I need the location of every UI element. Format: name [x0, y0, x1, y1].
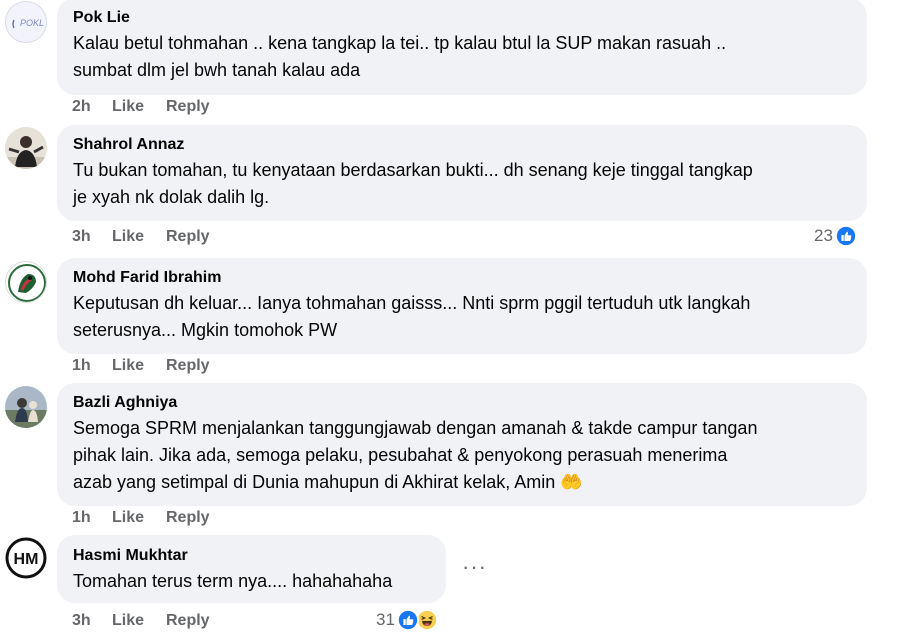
svg-text:HM: HM	[14, 551, 39, 568]
comment-text-line: seterusnya... Mgkin tomohok PW	[73, 320, 338, 340]
avatar[interactable]: POKL	[5, 1, 47, 43]
comment-author[interactable]: Shahrol Annaz	[73, 135, 851, 155]
comment-author[interactable]: Bazli Aghniya	[73, 393, 851, 413]
comment-text: Keputusan dh keluar... Ianya tohmahan ga…	[73, 290, 851, 344]
reply-button[interactable]: Reply	[166, 356, 210, 376]
like-button[interactable]: Like	[112, 97, 166, 117]
comment-timestamp[interactable]: 1h	[72, 356, 112, 376]
svg-text:POKL: POKL	[20, 18, 44, 28]
comment-text: Tomahan terus term nya.... hahahahaha	[73, 568, 430, 595]
comment-bubble: Shahrol Annaz Tu bukan tomahan, tu kenya…	[57, 125, 867, 221]
avatar[interactable]	[5, 261, 47, 303]
like-button[interactable]: Like	[112, 227, 166, 247]
comment-bubble: Mohd Farid Ibrahim Keputusan dh keluar..…	[57, 258, 867, 354]
comment-text-line: Tomahan terus term nya.... hahahahaha	[73, 571, 393, 591]
reaction-summary[interactable]: 23	[814, 225, 857, 247]
pok-lie-logo-icon: POKL	[12, 18, 44, 29]
like-button[interactable]: Like	[112, 356, 166, 376]
comment-bubble: Bazli Aghniya Semoga SPRM menjalankan ta…	[57, 383, 867, 506]
comment-text: Tu bukan tomahan, tu kenyataan berdasark…	[73, 157, 851, 211]
comment-thread: POKL Pok Lie Kalau betul tohmahan .. ken…	[0, 0, 898, 640]
comment-author[interactable]: Pok Lie	[73, 8, 851, 28]
comment-text: Kalau betul tohmahan .. kena tangkap la …	[73, 30, 851, 84]
avatar[interactable]	[5, 386, 47, 428]
comment-actions: 3h Like Reply	[72, 227, 210, 247]
reply-button[interactable]: Reply	[166, 508, 210, 528]
person-photo-icon	[5, 386, 47, 428]
avatar[interactable]: HM	[5, 537, 47, 579]
comment-text-segment: azab yang setimpal di Dunia mahupun di A…	[73, 472, 556, 492]
like-button[interactable]: Like	[112, 508, 166, 528]
like-reaction-icon	[396, 609, 419, 631]
reply-button[interactable]: Reply	[166, 97, 210, 117]
reaction-summary[interactable]: 31	[376, 609, 438, 631]
comment-actions: 1h Like Reply	[72, 508, 210, 528]
comment-text-line: Semoga SPRM menjalankan tanggungjawab de…	[73, 418, 758, 438]
reply-button[interactable]: Reply	[166, 611, 210, 631]
like-button[interactable]: Like	[112, 611, 166, 631]
comment-actions: 1h Like Reply	[72, 356, 210, 376]
comment-timestamp[interactable]: 3h	[72, 611, 112, 631]
laughing-reaction-icon	[415, 609, 438, 631]
hm-logo-icon: HM	[5, 537, 47, 579]
comment-text-line: Keputusan dh keluar... Ianya tohmahan ga…	[73, 293, 751, 313]
avatar[interactable]	[5, 127, 47, 169]
person-photo-icon	[5, 127, 47, 169]
reaction-count: 31	[376, 610, 395, 629]
comment-author[interactable]: Hasmi Mukhtar	[73, 546, 430, 566]
reaction-count: 23	[814, 226, 833, 245]
comment-bubble: Pok Lie Kalau betul tohmahan .. kena tan…	[57, 0, 867, 95]
comment-timestamp[interactable]: 1h	[72, 508, 112, 528]
comment-timestamp[interactable]: 2h	[72, 97, 112, 117]
comment-text-line: azab yang setimpal di Dunia mahupun di A…	[73, 469, 851, 496]
comment-text-line: Kalau betul tohmahan .. kena tangkap la …	[73, 33, 727, 53]
comment-text-line: pihak lain. Jika ada, semoga pelaku, pes…	[73, 445, 728, 465]
comment-bubble: Hasmi Mukhtar Tomahan terus term nya....…	[57, 535, 446, 603]
more-options-button[interactable]: ···	[462, 556, 487, 578]
comment-text-line: je xyah nk dolak dalih lg.	[73, 187, 270, 207]
comment-actions: 3h Like Reply	[72, 611, 210, 631]
like-reaction-icon	[834, 225, 857, 247]
comment-timestamp[interactable]: 3h	[72, 227, 112, 247]
comment-text-line: sumbat dlm jel bwh tanah kalau ada	[73, 60, 361, 80]
comment-text-line: Tu bukan tomahan, tu kenyataan berdasark…	[73, 160, 753, 180]
knight-logo-icon	[8, 264, 46, 302]
praying-hands-emoji-icon: 🤲	[560, 472, 583, 492]
reply-button[interactable]: Reply	[166, 227, 210, 247]
comment-text: Semoga SPRM menjalankan tanggungjawab de…	[73, 415, 851, 496]
comment-actions: 2h Like Reply	[72, 97, 210, 117]
comment-author[interactable]: Mohd Farid Ibrahim	[73, 268, 851, 288]
